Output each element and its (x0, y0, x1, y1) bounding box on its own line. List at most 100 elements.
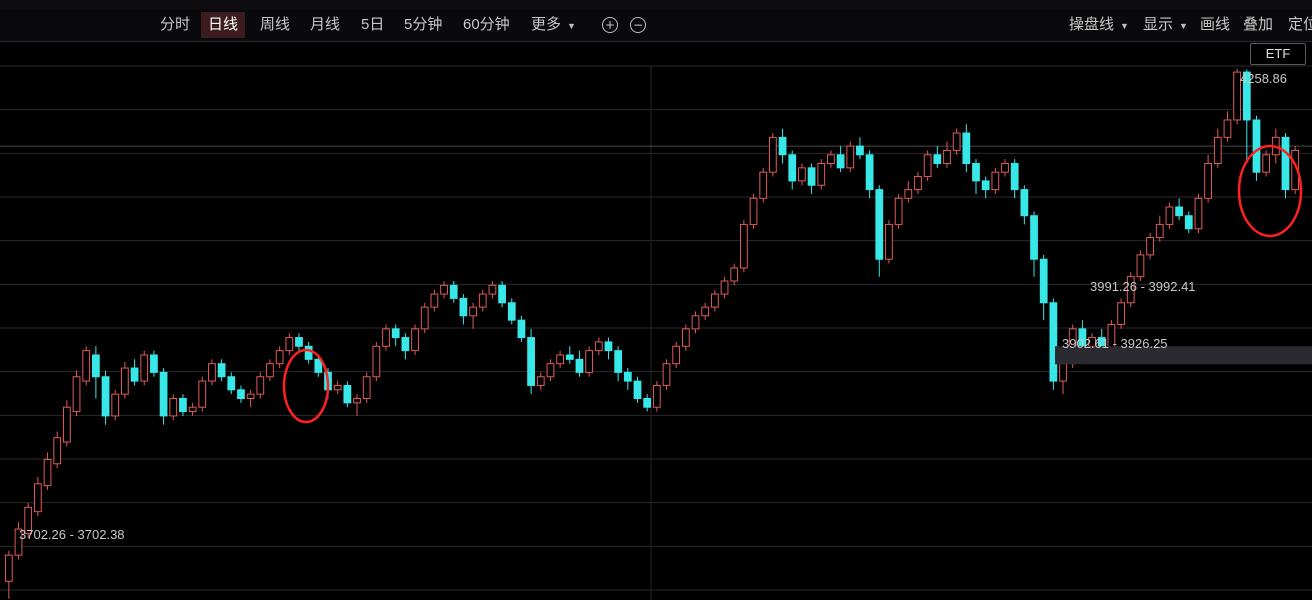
candle-body (478, 293, 487, 308)
candle-body (1281, 136, 1290, 191)
candle-body (304, 345, 313, 360)
candle (594, 337, 603, 355)
candle-body (769, 136, 777, 173)
candle-body (527, 337, 535, 386)
candle-body (1136, 254, 1145, 278)
candle-body (1194, 197, 1203, 230)
candle (169, 394, 178, 421)
candle-body (188, 406, 197, 413)
candle (256, 372, 265, 399)
candle (333, 381, 342, 395)
candle (1117, 298, 1125, 329)
candle (1010, 159, 1019, 199)
candle-body (401, 337, 410, 352)
candle-body (227, 376, 236, 391)
candle-body (275, 350, 284, 365)
candle-body (101, 376, 110, 417)
candle-body (1262, 154, 1271, 173)
candle-body (701, 306, 710, 317)
candle-body (208, 363, 216, 382)
candle-body (382, 328, 390, 347)
candle (179, 394, 187, 416)
candle-body (507, 302, 516, 321)
candle (188, 402, 197, 416)
candle-body (1059, 363, 1067, 382)
candle-body (720, 280, 729, 295)
candle-body (991, 171, 1000, 191)
candle-body (827, 154, 835, 164)
candle (440, 280, 448, 299)
candle (604, 337, 613, 360)
candle-body (623, 371, 632, 382)
candle (1184, 211, 1193, 234)
candle (875, 185, 884, 277)
candle (933, 146, 942, 168)
candle-body (633, 380, 642, 400)
candle-body (1252, 119, 1261, 173)
candle-body (672, 345, 681, 365)
range-price-label: 3991.26 - 3992.41 (1090, 279, 1196, 294)
candle (1204, 154, 1213, 203)
candle-body (798, 167, 806, 182)
candle (1039, 254, 1048, 321)
candle-body (111, 393, 120, 417)
candle (82, 346, 91, 386)
candle-body (43, 458, 52, 487)
candle-body (266, 363, 274, 378)
range-price-label: 3902.61 - 3926.25 (1062, 336, 1168, 351)
candle (788, 150, 797, 190)
candle (1030, 211, 1038, 277)
candle (904, 180, 913, 203)
candle-body (952, 132, 961, 151)
candle (1020, 185, 1029, 225)
candle (691, 311, 700, 334)
candle (1059, 359, 1067, 395)
candle-body (372, 345, 381, 378)
candle-body (391, 328, 400, 339)
candle (1165, 202, 1174, 229)
candle (769, 133, 777, 177)
candle (1146, 233, 1154, 260)
candle-body (1039, 258, 1048, 304)
candle (710, 289, 719, 312)
candle-body (411, 328, 419, 352)
candle (846, 141, 855, 173)
candle-body (875, 189, 884, 260)
candle (295, 333, 303, 351)
candle-body (585, 350, 594, 373)
candle-body (1165, 206, 1174, 225)
candle-body (778, 136, 787, 156)
candle (101, 370, 110, 425)
candle-body (923, 154, 932, 178)
candle (237, 385, 245, 403)
candle-body (62, 406, 71, 443)
candle-body (817, 162, 826, 186)
candle-body (72, 376, 81, 413)
candle (778, 128, 787, 164)
candle (798, 163, 806, 186)
candle-body (1001, 162, 1009, 173)
candle-body (343, 384, 352, 404)
candle-body (681, 328, 690, 347)
candle (856, 137, 864, 160)
candle (227, 372, 236, 395)
candle (150, 350, 158, 377)
candle (730, 263, 739, 286)
candle (972, 159, 980, 194)
candle (962, 124, 971, 173)
candle-body (333, 384, 342, 391)
candle (130, 359, 139, 386)
candle (208, 359, 216, 386)
candle-body (739, 223, 748, 269)
candle-body (759, 171, 768, 199)
candle (633, 376, 642, 403)
candle (1001, 159, 1009, 177)
highlight-circle (282, 348, 330, 424)
candle (527, 328, 535, 395)
candle-body (1175, 206, 1183, 217)
candle-body (981, 180, 990, 191)
candle (1223, 111, 1232, 142)
candle (4, 550, 13, 599)
candle (353, 394, 361, 416)
candle-body (285, 337, 294, 352)
